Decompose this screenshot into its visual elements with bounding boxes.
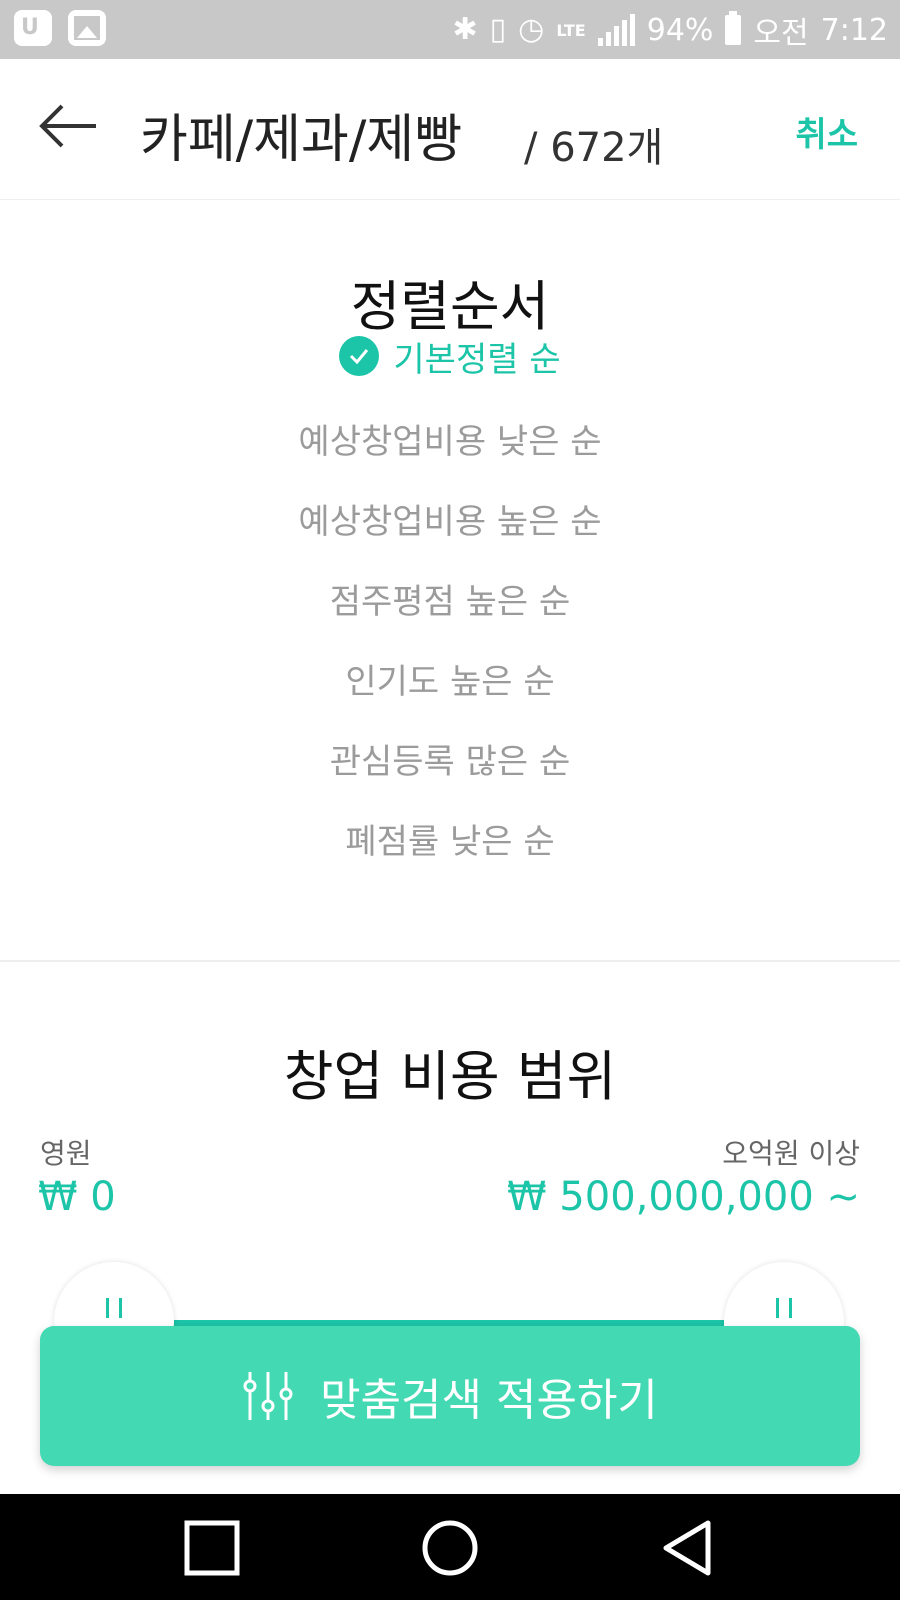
lte-icon: LTE [556, 20, 586, 40]
home-icon[interactable] [420, 1518, 480, 1578]
back-nav-icon[interactable] [658, 1518, 718, 1578]
sort-section: 정렬순서 기본정렬 순 예상창업비용 낮은 순 예상창업비용 높은 순 점주평점… [0, 200, 900, 962]
cost-range-title: 창업 비용 범위 [283, 1045, 617, 1108]
ampm-text: 오전 [753, 16, 809, 51]
grip-icon [776, 1298, 792, 1318]
navigation-bar [0, 1494, 900, 1600]
back-arrow-icon[interactable] [38, 104, 100, 148]
sort-option-cost-high[interactable]: 예상창업비용 높은 순 [0, 478, 900, 558]
sort-option-label: 폐점률 낮은 순 [345, 821, 555, 862]
app-notification-icon: U [14, 10, 52, 46]
sliders-icon [243, 1372, 293, 1420]
sort-option-label: 기본정렬 순 [393, 339, 561, 380]
sort-option-cost-low[interactable]: 예상창업비용 낮은 순 [0, 398, 900, 478]
status-indicators: ✱ ▯ ◷ LTE 94% 오전 7:12 [452, 8, 888, 52]
page-title: 카페/제과/제빵 [140, 110, 463, 170]
vibrate-icon: ▯ [489, 12, 507, 47]
signal-icon [597, 14, 635, 46]
cost-range-section: 창업 비용 범위 영원 오억원 이상 ₩ 0 ₩ 500,000,000 ~ [0, 962, 900, 1302]
status-bar: U ✱ ▯ ◷ LTE 94% 오전 7:12 [0, 0, 900, 59]
sort-option-label: 예상창업비용 낮은 순 [298, 421, 602, 462]
grip-icon [106, 1298, 122, 1318]
check-icon [339, 336, 380, 376]
sort-options: 기본정렬 순 예상창업비용 낮은 순 예상창업비용 높은 순 점주평점 높은 순… [0, 328, 900, 878]
sort-option-rating-high[interactable]: 점주평점 높은 순 [0, 558, 900, 638]
image-notification-icon [68, 10, 106, 46]
cost-max-value: ₩ 500,000,000 ~ [507, 1174, 860, 1220]
clock-time: 7:12 [820, 12, 888, 48]
cost-max-label: 오억원 이상 [722, 1137, 860, 1170]
sort-option-label: 점주평점 높은 순 [329, 581, 571, 622]
sort-option-closure-low[interactable]: 폐점률 낮은 순 [0, 798, 900, 878]
sort-option-label: 예상창업비용 높은 순 [298, 501, 602, 542]
battery-icon [725, 11, 742, 45]
apply-button-label: 맞춤검색 적용하기 [320, 1375, 658, 1426]
recent-apps-icon[interactable] [182, 1518, 242, 1578]
cost-min-value: ₩ 0 [38, 1174, 116, 1220]
apply-search-button[interactable]: 맞춤검색 적용하기 [40, 1326, 860, 1466]
bluetooth-icon: ✱ [452, 12, 478, 47]
status-notifications: U [14, 10, 106, 46]
result-count: / 672개 [524, 125, 664, 171]
alarm-icon: ◷ [518, 12, 545, 47]
sort-option-popularity-high[interactable]: 인기도 높은 순 [0, 638, 900, 718]
sort-option-label: 관심등록 많은 순 [329, 741, 571, 782]
sort-option-label: 인기도 높은 순 [345, 661, 555, 702]
cancel-button[interactable]: 취소 [795, 107, 858, 156]
sort-option-favorites-many[interactable]: 관심등록 많은 순 [0, 718, 900, 798]
header: 카페/제과/제빵 / 672개 취소 [0, 59, 900, 201]
battery-percent: 94% [646, 12, 714, 48]
cost-min-label: 영원 [40, 1137, 92, 1170]
sort-option-default[interactable]: 기본정렬 순 [0, 314, 900, 398]
